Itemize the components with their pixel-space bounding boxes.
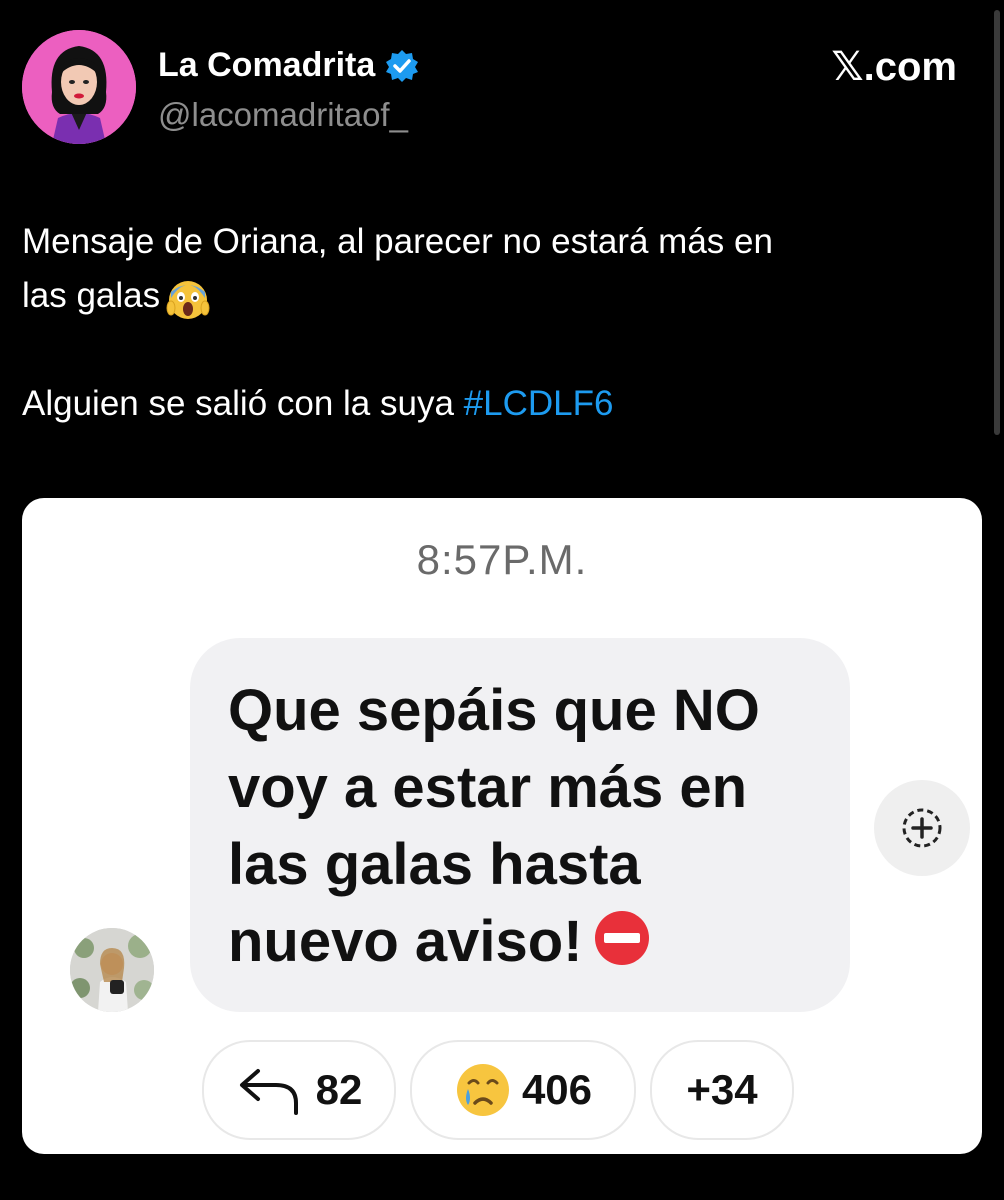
more-reactions-pill[interactable]: +34 [650,1040,794,1140]
message-line: Que sepáis que NO [228,678,760,743]
message-text: Que sepáis que NO voy a estar más en las… [228,672,828,980]
hashtag-link[interactable]: #LCDLF6 [464,384,614,423]
verified-badge-icon [385,49,419,83]
add-reaction-icon [902,808,942,848]
tweet-line-3-text: Alguien se salió con la suya [22,384,454,423]
add-reaction-button[interactable] [874,780,970,876]
no-entry-icon [593,909,651,967]
crying-reaction-count: 406 [521,1066,593,1113]
message-line: voy a estar más en [228,755,748,820]
tweet-line-2-text: las galas [22,276,161,315]
more-reactions-count: +34 [686,1066,758,1113]
face-screaming-in-fear-icon [166,276,210,320]
x-brand-logo: 𝕏.com [831,45,957,89]
scrollbar[interactable] [994,10,1000,435]
message-line-text: nuevo aviso! [228,909,583,974]
message-timestamp: 8:57P.M. [416,536,588,583]
message-screenshot-card[interactable]: 8:57P.M. Que sepáis que NO voy a estar m… [22,498,982,1154]
sender-avatar[interactable] [70,928,154,1012]
message-line: nuevo aviso! [228,903,828,980]
message-line: las galas hasta [228,832,641,897]
reply-count: 82 [315,1066,363,1113]
crying-reaction-pill[interactable]: 406 [410,1040,636,1140]
reply-count-pill[interactable]: 82 [202,1040,396,1140]
crying-face-icon [456,1064,509,1116]
reply-arrow-icon [239,1069,298,1115]
tweet-body: Mensaje de Oriana, al parecer no estará … [22,215,972,431]
tweet-line-3: Alguien se salió con la suya #LCDLF6 [22,377,972,431]
tweet-header: La Comadrita @lacomadritaof_ 𝕏.com [22,30,982,150]
tweet-line-1: Mensaje de Oriana, al parecer no estará … [22,222,773,261]
author-handle[interactable]: @lacomadritaof_ [158,96,408,134]
message-bubble: Que sepáis que NO voy a estar más en las… [190,638,850,1012]
author-name[interactable]: La Comadrita [158,46,375,85]
author-avatar[interactable] [22,30,136,144]
tweet-line-2: las galas [22,269,972,323]
